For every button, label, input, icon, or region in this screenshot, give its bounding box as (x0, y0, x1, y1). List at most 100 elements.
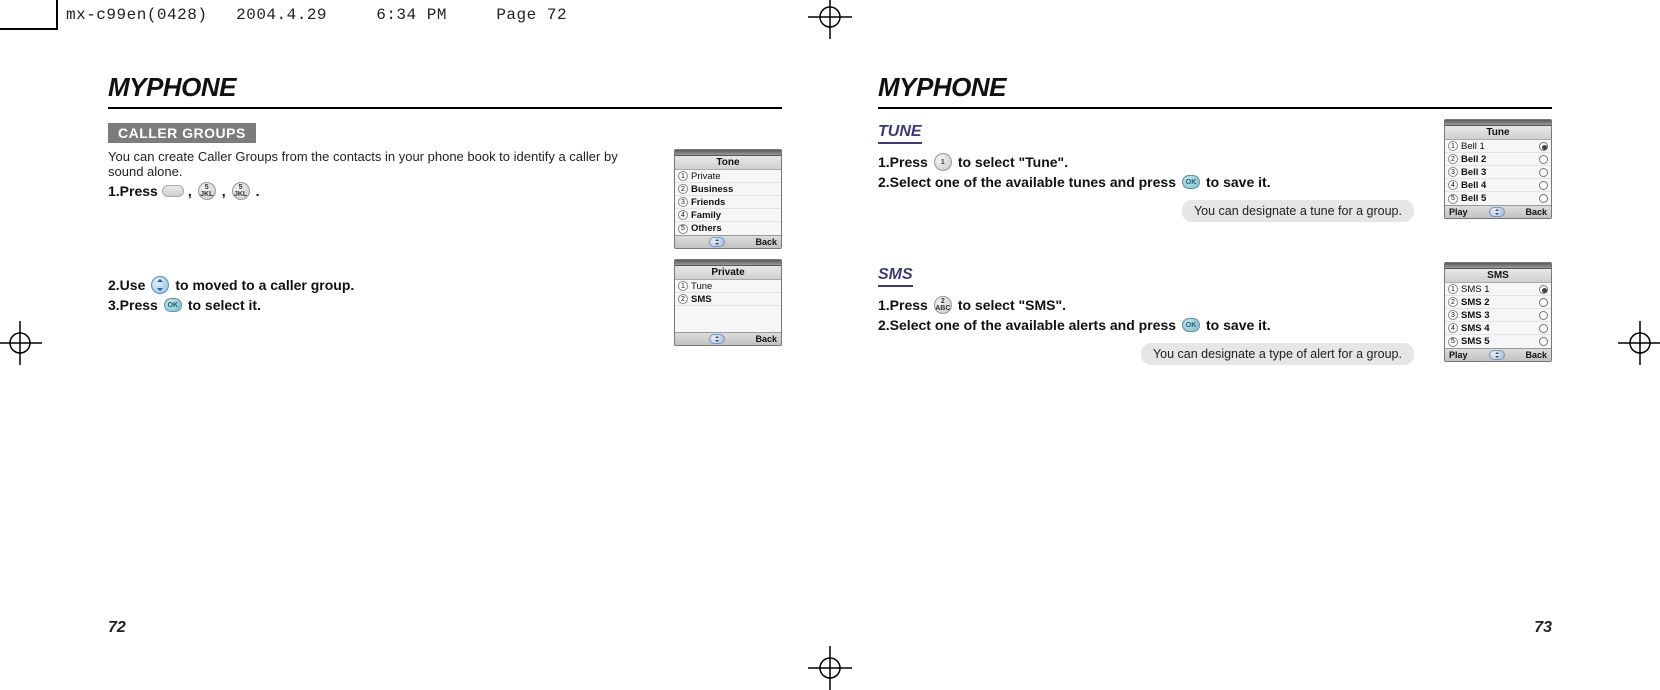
step2-pre: 2.Use (108, 277, 145, 293)
page-title: MYPHONE (108, 72, 782, 103)
tune-step2-pre: 2.Select one of the available tunes and … (878, 174, 1176, 190)
subheading-sms: SMS (878, 266, 913, 287)
ok-key-icon: OK (1180, 317, 1202, 333)
sms-note: You can designate a type of alert for a … (1141, 343, 1414, 365)
step-1: 1.Press , 5 JKL, 5 JKL . (108, 183, 642, 199)
step2-post: to moved to a caller group. (175, 277, 354, 293)
print-filename: mx-c99en(0428) (66, 6, 226, 24)
nav-key-icon (149, 277, 171, 293)
page-73: MYPHONE TUNE 1.Press 1 to select "Tune".… (830, 30, 1600, 655)
tune-step-2: 2.Select one of the available tunes and … (878, 174, 1416, 190)
screen-sms: SMS 1SMS 1 2SMS 2 3SMS 3 4SMS 4 5SMS 5 P… (1444, 262, 1552, 362)
nav-indicator-icon (1489, 207, 1505, 217)
softkey-right: Back (755, 334, 777, 344)
list-item: 1Private (675, 170, 781, 183)
radio-icon (1539, 194, 1548, 203)
list-item: 3Bell 3 (1445, 166, 1551, 179)
softkey-right: Back (755, 237, 777, 247)
radio-icon (1539, 324, 1548, 333)
list-item: 4SMS 4 (1445, 322, 1551, 335)
tune-step1-post: to select "Tune". (958, 154, 1068, 170)
step1-suffix: . (256, 183, 260, 199)
screen-tune-title: Tune (1445, 126, 1551, 140)
list-item: 2SMS 2 (1445, 296, 1551, 309)
crop-mark-h (0, 28, 58, 30)
crop-mark-v (56, 0, 58, 30)
ok-key-icon: OK (162, 297, 184, 313)
page-72: MYPHONE CALLER GROUPS You can create Cal… (60, 30, 830, 655)
print-date: 2004.4.29 (236, 6, 366, 24)
list-item: 3SMS 3 (1445, 309, 1551, 322)
sms-step-1: 1.Press 2 ABC to select "SMS". (878, 297, 1416, 313)
radio-icon (1539, 181, 1548, 190)
sms-step2-pre: 2.Select one of the available alerts and… (878, 317, 1176, 333)
list-item: 1Tune (675, 280, 781, 293)
list-item: 5SMS 5 (1445, 335, 1551, 348)
sms-step-2: 2.Select one of the available alerts and… (878, 317, 1416, 333)
list-item: 2Business (675, 183, 781, 196)
key-1-icon: 1 (932, 154, 954, 170)
nav-indicator-icon (1489, 350, 1505, 360)
list-item: 4Bell 4 (1445, 179, 1551, 192)
print-header: mx-c99en(0428) 2004.4.29 6:34 PM Page 72 (66, 6, 1660, 28)
list-item: 1SMS 1 (1445, 283, 1551, 296)
step-3: 3.Press OK to select it. (108, 297, 642, 313)
list-item: 5Others (675, 222, 781, 235)
key-2-icon: 2 ABC (932, 297, 954, 313)
radio-selected-icon (1539, 142, 1548, 151)
title-rule (108, 107, 782, 109)
step-2: 2.Use to moved to a caller group. (108, 277, 642, 293)
menu-key-icon (162, 183, 184, 199)
list-item: 3Friends (675, 196, 781, 209)
radio-icon (1539, 168, 1548, 177)
list-item: 2SMS (675, 293, 781, 306)
nav-indicator-icon (709, 334, 725, 344)
sms-step1-pre: 1.Press (878, 297, 928, 313)
tune-step1-pre: 1.Press (878, 154, 928, 170)
radio-icon (1539, 298, 1548, 307)
list-item: 5Bell 5 (1445, 192, 1551, 205)
register-mark-right (1618, 321, 1660, 365)
comma: , (188, 183, 192, 199)
screen-private-title: Private (675, 266, 781, 280)
radio-icon (1539, 337, 1548, 346)
radio-icon (1539, 155, 1548, 164)
tune-step2-post: to save it. (1206, 174, 1271, 190)
page-number: 73 (1534, 619, 1552, 637)
radio-selected-icon (1539, 285, 1548, 294)
list-item: 1Bell 1 (1445, 140, 1551, 153)
tune-note: You can designate a tune for a group. (1182, 200, 1414, 222)
ok-key-icon: OK (1180, 174, 1202, 190)
list-item: 2Bell 2 (1445, 153, 1551, 166)
step1-prefix: 1.Press (108, 183, 158, 199)
intro-text: You can create Caller Groups from the co… (108, 149, 642, 179)
sms-step2-post: to save it. (1206, 317, 1271, 333)
screen-private: Private 1Tune 2SMS 3. 4. Back (674, 259, 782, 346)
subheading-tune: TUNE (878, 123, 922, 144)
sms-step1-post: to select "SMS". (958, 297, 1066, 313)
radio-icon (1539, 311, 1548, 320)
page-number: 72 (108, 619, 126, 637)
step3-post: to select it. (188, 297, 261, 313)
print-time: 6:34 PM (376, 6, 486, 24)
softkey-right: Back (1525, 207, 1547, 217)
step3-pre: 3.Press (108, 297, 158, 313)
print-page: Page 72 (496, 6, 606, 24)
register-mark-left (0, 321, 42, 365)
softkey-right: Back (1525, 350, 1547, 360)
nav-indicator-icon (709, 237, 725, 247)
screen-tone-title: Tone (675, 156, 781, 170)
tune-step-1: 1.Press 1 to select "Tune". (878, 154, 1416, 170)
screen-tone: Tone 1Private 2Business 3Friends 4Family… (674, 149, 782, 249)
list-item: 4Family (675, 209, 781, 222)
title-rule (878, 107, 1552, 109)
screen-tune: Tune 1Bell 1 2Bell 2 3Bell 3 4Bell 4 5Be… (1444, 119, 1552, 219)
key-5-icon-2: 5 JKL (230, 183, 252, 199)
key-5-icon: 5 JKL (196, 183, 218, 199)
softkey-left: Play (1449, 350, 1468, 360)
screen-sms-title: SMS (1445, 269, 1551, 283)
page-title: MYPHONE (878, 72, 1552, 103)
softkey-left: Play (1449, 207, 1468, 217)
section-caller-groups: CALLER GROUPS (108, 123, 256, 143)
comma: , (222, 183, 226, 199)
